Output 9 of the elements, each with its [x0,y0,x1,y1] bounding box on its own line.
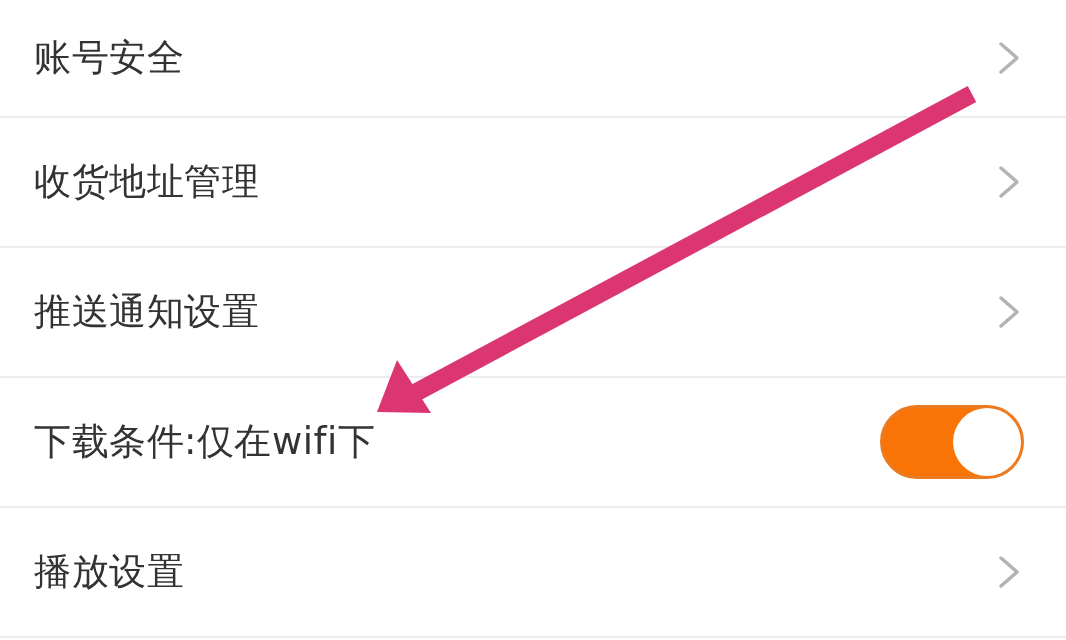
setting-label: 推送通知设置 [34,289,259,335]
chevron-right-icon [998,41,1020,75]
chevron-right-icon [998,165,1020,199]
chevron-right-icon [998,555,1020,589]
chevron-right-icon [998,295,1020,329]
setting-label: 账号安全 [34,35,184,81]
setting-label: 收货地址管理 [34,159,259,205]
setting-label: 下载条件:仅在wifi下 [34,419,376,465]
setting-label: 播放设置 [34,549,184,595]
